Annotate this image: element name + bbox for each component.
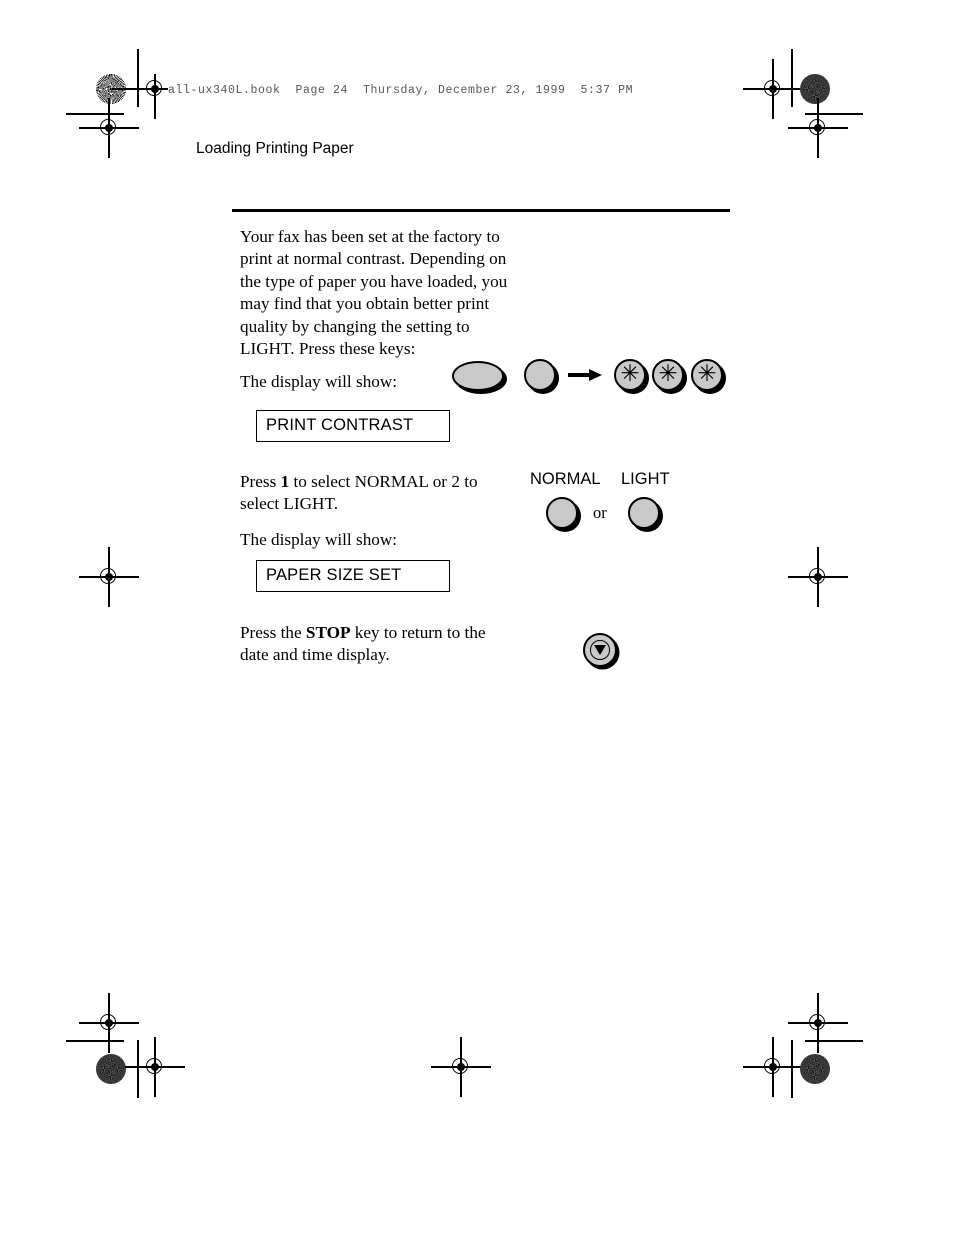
crop-rule-bottom-left-vertical (137, 1040, 139, 1098)
registration-target-right-upper (788, 98, 848, 158)
intro-paragraph: Your fax has been set at the factory to … (240, 227, 508, 359)
crop-rule-top-left-vertical (137, 49, 139, 107)
registration-target-right-middle (788, 547, 848, 607)
stop-prefix: Press the (240, 623, 306, 642)
function-key[interactable] (452, 361, 504, 391)
press-select-key-1: 1 (280, 472, 290, 491)
lcd-display-print-contrast: PRINT CONTRAST (256, 410, 450, 442)
light-option-label: LIGHT (621, 470, 670, 488)
stop-key-paragraph: Press the STOP key to return to the date… (240, 622, 502, 667)
asterisk-icon: ✳ (697, 361, 717, 387)
or-separator-label: or (593, 503, 607, 522)
stop-key-triangle-icon (594, 645, 607, 656)
stop-key-icon[interactable] (583, 633, 617, 667)
registration-target-left-middle (79, 547, 139, 607)
registration-target-left-upper (79, 98, 139, 158)
normal-option-key[interactable] (546, 497, 578, 529)
registration-target-top-right (743, 59, 803, 119)
crop-rule-bottom-right-vertical (791, 1040, 793, 1098)
book-build-header: all-ux340L.book Page 24 Thursday, Decemb… (168, 84, 634, 97)
registration-target-top-left (112, 74, 168, 119)
display-will-show-label-2: The display will show: (240, 530, 398, 549)
press-select-prefix: Press (240, 472, 281, 491)
asterisk-icon: ✳ (658, 361, 678, 387)
crop-rule-left-lower-horizontal (66, 1040, 124, 1042)
press-select-paragraph: Press 1 to select NORMAL or 2 to select … (240, 471, 490, 516)
light-option-key[interactable] (628, 497, 660, 529)
registration-target-right-lower (788, 993, 848, 1053)
registration-target-bottom-right (743, 1037, 803, 1097)
registration-target-bottom-center (431, 1037, 491, 1097)
start-key[interactable] (524, 359, 556, 391)
page-title: Loading Printing Paper (196, 140, 354, 157)
registration-target-bottom-left (125, 1037, 185, 1097)
asterisk-icon: ✳ (620, 361, 640, 387)
registration-burst-bottom-left (96, 1054, 126, 1084)
normal-option-label: NORMAL (530, 470, 601, 488)
star-key-3[interactable]: ✳ (691, 359, 723, 391)
crop-rule-top-right-vertical (791, 49, 793, 107)
section-divider (232, 209, 730, 212)
registration-burst-top-right (800, 74, 830, 104)
star-key-1[interactable]: ✳ (614, 359, 646, 391)
display-will-show-label-1: The display will show: (240, 372, 398, 391)
arrow-right-icon (568, 369, 602, 381)
lcd-display-paper-size-set: PAPER SIZE SET (256, 560, 450, 592)
registration-target-left-lower (79, 993, 139, 1053)
stop-key-name: STOP (305, 623, 351, 642)
registration-burst-bottom-right (800, 1054, 830, 1084)
crop-rule-right-lower-horizontal (805, 1040, 863, 1042)
star-key-2[interactable]: ✳ (652, 359, 684, 391)
